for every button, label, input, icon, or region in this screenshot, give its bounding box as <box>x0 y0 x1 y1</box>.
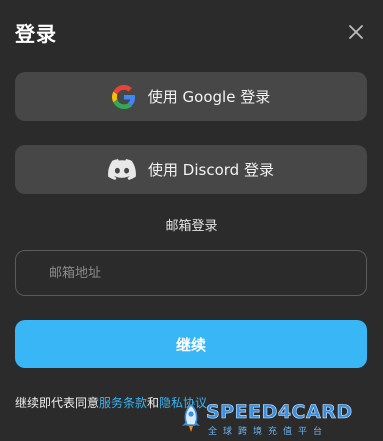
discord-login-label: 使用 Discord 登录 <box>148 161 274 179</box>
continue-button[interactable]: 继续 <box>15 320 367 368</box>
watermark-tagline: 全球跨境充值平台 <box>208 427 329 437</box>
dialog-title: 登录 <box>15 22 57 46</box>
google-login-label: 使用 Google 登录 <box>147 88 271 106</box>
google-login-button[interactable]: 使用 Google 登录 <box>15 72 367 121</box>
terms-and: 和 <box>147 396 160 410</box>
discord-icon <box>108 158 136 181</box>
rocket-icon <box>178 404 204 438</box>
email-login-heading: 邮箱登录 <box>165 219 218 234</box>
email-input[interactable] <box>15 250 367 296</box>
watermark-brand: SPEED4CARD <box>206 401 353 424</box>
terms-prefix: 继续即代表同意 <box>15 396 100 410</box>
login-dialog: 登录 使用 Google 登录 使用 Discord 登录 邮箱登录 继续 继续… <box>0 0 383 441</box>
close-icon[interactable] <box>345 21 367 43</box>
discord-login-button[interactable]: 使用 Discord 登录 <box>15 145 367 194</box>
google-icon <box>111 84 136 109</box>
watermark: SPEED4CARD 全球跨境充值平台 <box>176 401 380 440</box>
terms-of-service-link[interactable]: 服务条款 <box>99 396 147 410</box>
